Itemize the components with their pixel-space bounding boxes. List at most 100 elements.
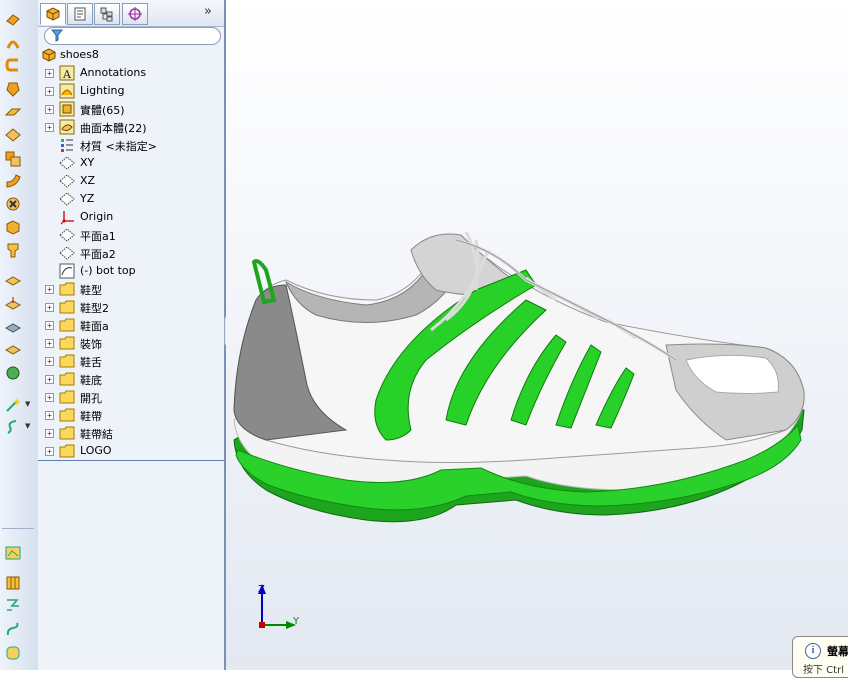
- fillet-icon[interactable]: [3, 126, 23, 144]
- folder-icon: [59, 335, 75, 351]
- helix-dropdown-icon[interactable]: ▼: [25, 422, 30, 430]
- tree-item-label: XY: [80, 156, 95, 169]
- triad-z-label: Z: [258, 584, 265, 595]
- expand-toggle-icon[interactable]: +: [45, 357, 54, 366]
- sketch-tool-icon[interactable]: [3, 544, 23, 562]
- expand-toggle-icon[interactable]: +: [45, 105, 54, 114]
- expand-toggle-icon[interactable]: +: [45, 87, 54, 96]
- lighting-icon: [59, 83, 75, 99]
- cylinder-tool-icon[interactable]: [3, 644, 23, 662]
- tree-item-19[interactable]: + 鞋帶: [38, 406, 224, 424]
- heel-pull-tab: [251, 259, 277, 305]
- tree-item-label: LOGO: [80, 444, 112, 457]
- swept-boss-icon[interactable]: [3, 56, 23, 74]
- graphics-area[interactable]: Z Y: [226, 0, 848, 670]
- tree-item-3[interactable]: + 曲面本體(22): [38, 118, 224, 136]
- smart-dimension-icon[interactable]: [3, 574, 23, 592]
- tree-item-12[interactable]: + 鞋型: [38, 280, 224, 298]
- notification-balloon[interactable]: i 螢幕 按下 Ctrl: [792, 636, 848, 678]
- tree-item-1[interactable]: + Lighting: [38, 82, 224, 100]
- lofted-boss-icon[interactable]: [3, 80, 23, 98]
- panel-expand-button[interactable]: »: [204, 4, 212, 19]
- wrap-icon[interactable]: [3, 241, 23, 259]
- toolbar-separator: [2, 528, 34, 529]
- tree-item-6[interactable]: XZ: [38, 172, 224, 190]
- shoe-model[interactable]: [226, 0, 848, 670]
- tree-item-10[interactable]: 平面a2: [38, 244, 224, 262]
- expand-toggle-icon[interactable]: +: [45, 411, 54, 420]
- tree-root-label: shoes8: [60, 48, 99, 61]
- expand-toggle-icon[interactable]: +: [45, 303, 54, 312]
- expand-toggle-icon[interactable]: +: [45, 393, 54, 402]
- plane-icon: [59, 245, 75, 261]
- axis-tool-icon[interactable]: [3, 318, 23, 336]
- triad-x-axis: [259, 622, 265, 628]
- material-icon: [59, 137, 75, 153]
- revolved-boss-icon[interactable]: [3, 34, 23, 52]
- tree-item-17[interactable]: + 鞋底: [38, 370, 224, 388]
- expand-toggle-icon[interactable]: +: [45, 339, 54, 348]
- tree-item-16[interactable]: + 鞋舌: [38, 352, 224, 370]
- tree-item-4[interactable]: 材質 <未指定>: [38, 136, 224, 154]
- tree-item-15[interactable]: + 裝饰: [38, 334, 224, 352]
- plane-tool-icon[interactable]: [3, 295, 23, 313]
- configurationmanager-tab[interactable]: [94, 3, 120, 25]
- coordinate-system-icon[interactable]: [3, 341, 23, 359]
- expand-toggle-icon[interactable]: +: [45, 321, 54, 330]
- rib-icon[interactable]: [3, 172, 23, 190]
- notification-title: 螢幕: [827, 645, 848, 658]
- part-icon: [41, 47, 57, 63]
- tree-item-8[interactable]: Origin: [38, 208, 224, 226]
- expand-toggle-icon[interactable]: +: [45, 123, 54, 132]
- line-tool-icon[interactable]: [3, 596, 23, 614]
- tree-item-2[interactable]: + 實體(65): [38, 100, 224, 118]
- helix-icon[interactable]: [3, 418, 23, 436]
- plane-icon: [59, 173, 75, 189]
- tree-item-21[interactable]: + LOGO: [38, 442, 224, 460]
- dimxpert-tab[interactable]: [122, 3, 148, 25]
- propertymanager-tab[interactable]: [67, 3, 93, 25]
- expand-toggle-icon[interactable]: +: [45, 69, 54, 78]
- tree-item-14[interactable]: + 鞋面a: [38, 316, 224, 334]
- expand-toggle-icon[interactable]: +: [45, 447, 54, 456]
- boundary-boss-icon[interactable]: [3, 103, 23, 121]
- instant3d-dropdown-icon[interactable]: ▼: [25, 400, 30, 408]
- tree-item-0[interactable]: + A Annotations: [38, 64, 224, 82]
- tree-item-5[interactable]: XY: [38, 154, 224, 172]
- tree-item-11[interactable]: (-) bot top: [38, 262, 224, 280]
- tree-filter-input[interactable]: [44, 27, 221, 45]
- tree-item-7[interactable]: YZ: [38, 190, 224, 208]
- plane-icon: [59, 191, 75, 207]
- features-toolbar: ▼ ▼: [0, 0, 39, 670]
- curves-icon[interactable]: [3, 364, 23, 382]
- tree-item-label: YZ: [80, 192, 95, 205]
- tree-item-20[interactable]: + 鞋帶結: [38, 424, 224, 442]
- draft-icon[interactable]: [3, 195, 23, 213]
- funnel-icon[interactable]: [51, 29, 63, 42]
- shell-icon[interactable]: [3, 218, 23, 236]
- extruded-boss-icon[interactable]: [3, 10, 23, 28]
- featuremanager-tab[interactable]: [40, 3, 66, 25]
- tree-root-part[interactable]: shoes8: [38, 46, 224, 64]
- rollback-bar[interactable]: [38, 460, 224, 461]
- instant3d-icon[interactable]: [3, 396, 23, 414]
- spline-tool-icon[interactable]: [3, 620, 23, 638]
- tree-item-13[interactable]: + 鞋型2: [38, 298, 224, 316]
- reference-geometry-icon[interactable]: [3, 272, 23, 290]
- panel-tab-bar: »: [38, 0, 224, 27]
- tree-item-label: 鞋帶結: [80, 428, 113, 441]
- plane-icon: [59, 227, 75, 243]
- svg-text:A: A: [62, 68, 72, 81]
- tree-item-18[interactable]: + 開孔: [38, 388, 224, 406]
- tree-item-9[interactable]: 平面a1: [38, 226, 224, 244]
- expand-toggle-icon[interactable]: +: [45, 429, 54, 438]
- tree-item-label: 鞋型2: [80, 302, 109, 315]
- info-icon: i: [805, 643, 821, 659]
- origin-icon: [59, 209, 75, 225]
- expand-toggle-icon[interactable]: +: [45, 375, 54, 384]
- tree-item-label: 曲面本體(22): [80, 122, 147, 135]
- linear-pattern-icon[interactable]: [3, 150, 23, 168]
- tree-item-label: 鞋帶: [80, 410, 102, 423]
- expand-toggle-icon[interactable]: +: [45, 285, 54, 294]
- tree-item-label: 平面a1: [80, 230, 116, 243]
